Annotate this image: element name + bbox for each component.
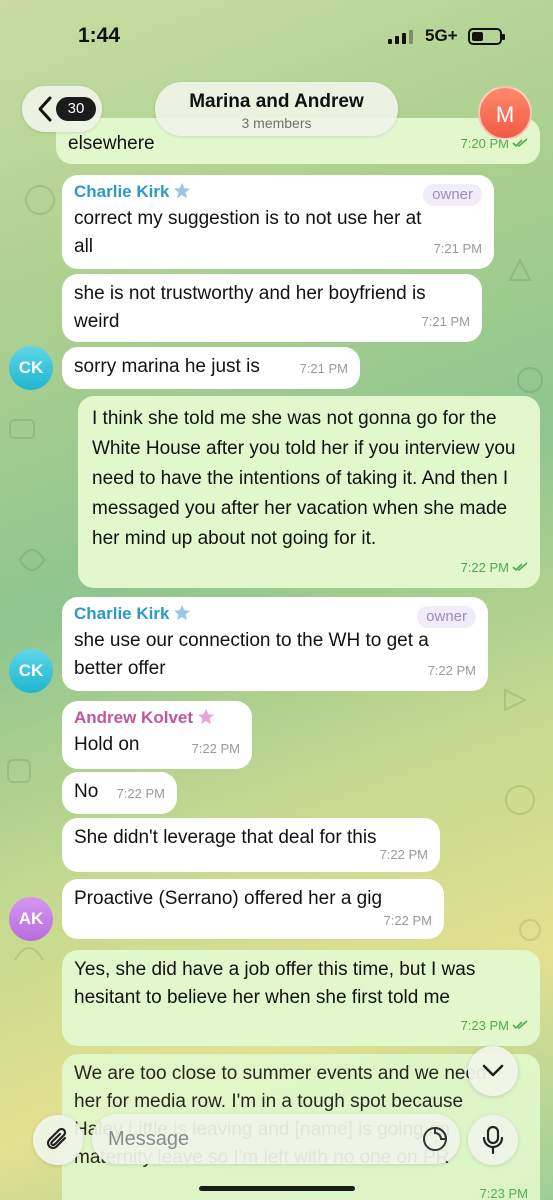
star-icon — [174, 604, 191, 621]
message-bubble-incoming[interactable]: Andrew Kolvet Hold on 7:22 PM — [62, 701, 252, 769]
double-check-icon — [512, 1020, 528, 1030]
message-meta: 7:22 PM — [461, 554, 528, 582]
battery-icon — [468, 28, 505, 45]
home-indicator — [199, 1186, 355, 1191]
status-bar: 1:44 5G+ — [0, 0, 553, 68]
message-bubble-incoming[interactable]: sorry marina he just is 7:21 PM — [62, 347, 360, 389]
sender-name-text: Charlie Kirk — [74, 604, 170, 623]
sender-name: Charlie Kirk — [74, 603, 476, 625]
unread-count-badge: 30 — [56, 97, 96, 121]
double-check-icon — [512, 562, 528, 572]
message-bubble-incoming[interactable]: Charlie Kirk owner she use our connectio… — [62, 597, 488, 691]
scroll-to-bottom-button[interactable] — [468, 1046, 518, 1096]
message-time: 7:21 PM — [299, 361, 348, 376]
chat-title-button[interactable]: Marina and Andrew 3 members — [155, 82, 398, 136]
chat-title: Marina and Andrew — [189, 91, 364, 112]
sender-name: Charlie Kirk — [74, 181, 482, 203]
network-type: 5G+ — [425, 26, 458, 45]
message-time: 7:22 PM — [460, 560, 509, 575]
message-bubble-incoming[interactable]: No 7:22 PM — [62, 772, 177, 814]
message-text: correct my suggestion is to not use her … — [74, 208, 422, 257]
avatar[interactable]: AK — [9, 897, 53, 941]
message-time: 7:22 PM — [383, 913, 432, 928]
chevron-left-icon — [38, 96, 52, 122]
star-icon — [197, 708, 215, 725]
message-text: she use our connection to the WH to get … — [74, 630, 429, 679]
message-text: Proactive (Serrano) offered her a gig — [74, 888, 383, 909]
cellular-signal-icon — [388, 30, 413, 44]
voice-record-button[interactable] — [468, 1115, 518, 1165]
message-bubble-incoming[interactable]: She didn't leverage that deal for this 7… — [62, 818, 440, 872]
avatar[interactable]: CK — [9, 346, 53, 390]
sender-name: Andrew Kolvet — [74, 707, 240, 729]
message-bubble-incoming[interactable]: she is not trustworthy and her boyfriend… — [62, 274, 482, 342]
message-input[interactable] — [92, 1114, 460, 1164]
chat-header: 30 Marina and Andrew 3 members M — [0, 80, 553, 142]
microphone-icon — [482, 1126, 504, 1154]
message-bubble-incoming[interactable]: Proactive (Serrano) offered her a gig 7:… — [62, 879, 444, 939]
avatar[interactable]: CK — [9, 649, 53, 693]
message-text: Yes, she did have a job offer this time,… — [74, 959, 476, 1008]
message-time: 7:23 PM — [460, 1018, 509, 1033]
group-avatar[interactable]: M — [478, 86, 532, 140]
message-text: She didn't leverage that deal for this — [74, 827, 377, 848]
star-icon — [174, 182, 191, 199]
paperclip-icon — [46, 1127, 67, 1150]
sender-name-text: Andrew Kolvet — [74, 708, 194, 727]
message-time: 7:23 PM — [479, 1186, 528, 1200]
message-time: 7:22 PM — [427, 663, 476, 678]
message-time: 7:21 PM — [421, 314, 470, 329]
message-meta: 7:23 PM — [461, 1012, 528, 1040]
chat-member-count: 3 members — [241, 115, 312, 131]
status-time: 1:44 — [78, 24, 121, 47]
chevron-down-icon — [482, 1064, 504, 1077]
owner-badge: owner — [417, 606, 476, 628]
message-time: 7:21 PM — [433, 241, 482, 256]
message-time: 7:22 PM — [191, 741, 240, 756]
message-time: 7:22 PM — [116, 786, 165, 801]
message-bubble-outgoing[interactable]: I think she told me she was not gonna go… — [78, 396, 540, 588]
message-text: I think she told me she was not gonna go… — [92, 408, 516, 549]
attach-button[interactable] — [33, 1115, 83, 1165]
message-text: she is not trustworthy and her boyfriend… — [74, 283, 426, 332]
message-bubble-incoming[interactable]: Charlie Kirk owner correct my suggestion… — [62, 175, 494, 269]
message-time: 7:22 PM — [379, 847, 428, 862]
message-bubble-outgoing[interactable]: Yes, she did have a job offer this time,… — [62, 950, 540, 1046]
owner-badge: owner — [423, 184, 482, 206]
back-button[interactable]: 30 — [22, 86, 102, 132]
sender-name-text: Charlie Kirk — [74, 182, 170, 201]
sticker-icon[interactable] — [421, 1125, 449, 1153]
